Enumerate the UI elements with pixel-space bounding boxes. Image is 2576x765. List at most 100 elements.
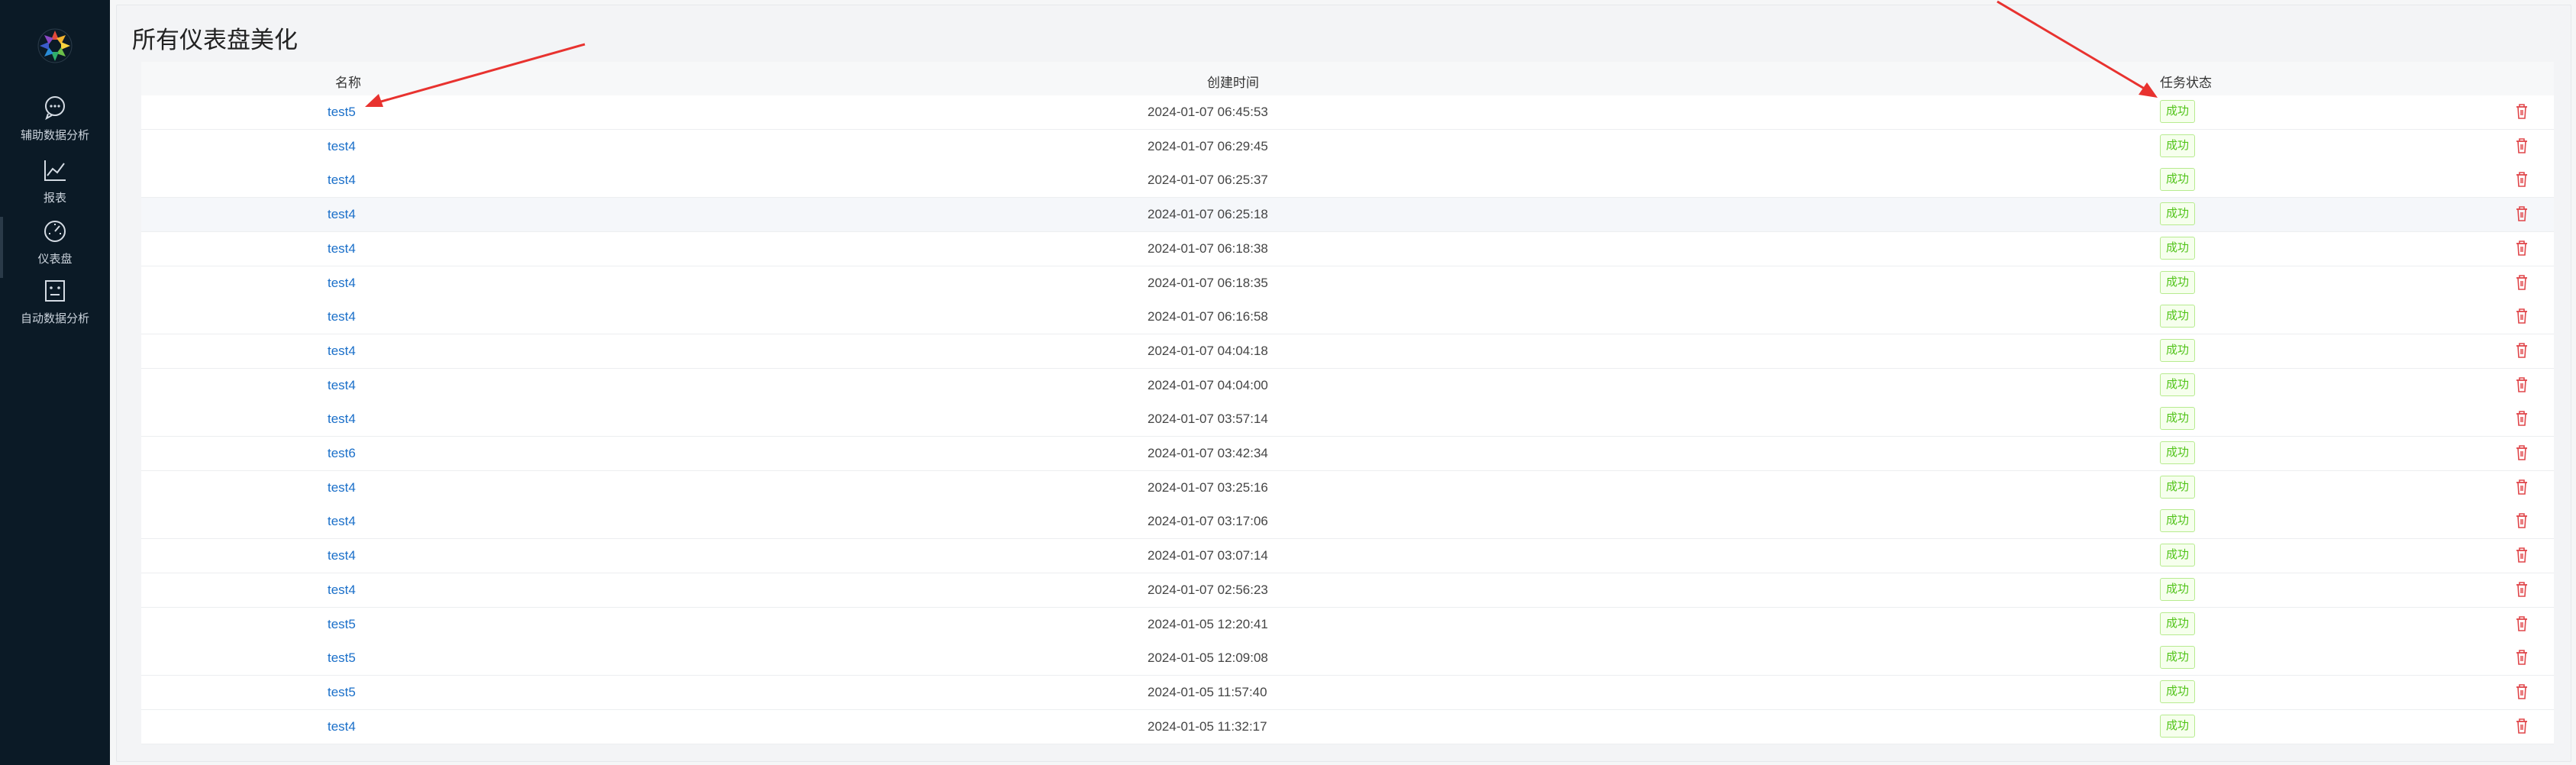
- app-logo-icon[interactable]: [35, 26, 75, 66]
- delete-icon[interactable]: [2514, 479, 2529, 495]
- dashboard-name-link[interactable]: test4: [328, 514, 356, 529]
- table-row: test5 2024-01-05 12:09:08 成功: [141, 641, 2554, 676]
- page-title: 所有仪表盘美化: [132, 27, 298, 53]
- created-time: 2024-01-07 06:18:35: [1148, 275, 1268, 290]
- main-content: 所有仪表盘美化 名称 创建时间 任务状态 test5 2024-01-07 06:…: [110, 0, 2576, 765]
- table-row: test4 2024-01-07 03:25:16 成功: [141, 470, 2554, 505]
- created-time: 2024-01-07 03:57:14: [1148, 412, 1268, 427]
- table-row: test6 2024-01-07 03:42:34 成功: [141, 437, 2554, 471]
- dashboard-name-link[interactable]: test5: [328, 650, 356, 666]
- status-badge: 成功: [2160, 407, 2196, 431]
- delete-icon[interactable]: [2514, 376, 2529, 393]
- status-badge: 成功: [2160, 236, 2196, 260]
- status-badge: 成功: [2160, 475, 2196, 499]
- sidebar-item-2[interactable]: 仪表盘: [0, 217, 110, 278]
- dashboard-name-link[interactable]: test4: [328, 139, 356, 154]
- table-row: test5 2024-01-05 12:20:41 成功: [141, 607, 2554, 642]
- created-time: 2024-01-07 06:16:58: [1148, 309, 1268, 324]
- table-row: test4 2024-01-05 11:32:17 成功: [141, 709, 2554, 744]
- created-time: 2024-01-05 11:32:17: [1148, 718, 1267, 734]
- table-row: test4 2024-01-07 06:18:35 成功: [141, 266, 2554, 301]
- created-time: 2024-01-07 06:45:53: [1148, 105, 1268, 119]
- dashboard-name-link[interactable]: test4: [328, 241, 356, 257]
- created-time: 2024-01-05 12:20:41: [1148, 616, 1268, 631]
- delete-icon[interactable]: [2514, 615, 2529, 632]
- column-header-name: 名称: [335, 76, 361, 90]
- dashboard-name-link[interactable]: test4: [328, 207, 356, 222]
- table-row: test4 2024-01-07 04:04:18 成功: [141, 334, 2554, 369]
- dashboard-name-link[interactable]: test4: [328, 276, 356, 291]
- table-header: 名称 创建时间 任务状态: [141, 62, 2554, 96]
- status-badge: 成功: [2160, 202, 2196, 226]
- sidebar: 辅助数据分析报表 仪表盘自动数据分析: [0, 0, 110, 765]
- dashboard-name-link[interactable]: test5: [328, 685, 356, 700]
- status-badge: 成功: [2160, 714, 2196, 738]
- delete-icon[interactable]: [2514, 342, 2529, 359]
- table-row: test4 2024-01-07 06:25:37 成功: [141, 163, 2554, 199]
- created-time: 2024-01-07 03:42:34: [1148, 446, 1268, 460]
- dashboard-name-link[interactable]: test4: [328, 173, 356, 188]
- table-row: test4 2024-01-07 06:25:18 成功: [141, 198, 2554, 233]
- sidebar-item-label: 辅助数据分析: [20, 129, 89, 142]
- delete-icon[interactable]: [2514, 410, 2529, 427]
- delete-icon[interactable]: [2514, 649, 2529, 666]
- table-row: test4 2024-01-07 03:07:14 成功: [141, 539, 2554, 574]
- table-row: test4 2024-01-07 03:17:06 成功: [141, 505, 2554, 540]
- line-chart-icon: [40, 156, 69, 185]
- dashboard-name-link[interactable]: test4: [328, 412, 356, 427]
- sidebar-item-0[interactable]: 辅助数据分析: [0, 93, 110, 154]
- delete-icon[interactable]: [2514, 512, 2529, 529]
- delete-icon[interactable]: [2514, 581, 2529, 598]
- created-time: 2024-01-07 03:17:06: [1148, 514, 1268, 529]
- created-time: 2024-01-07 06:25:37: [1148, 173, 1268, 188]
- created-time: 2024-01-07 06:29:45: [1148, 138, 1268, 153]
- table-row: test5 2024-01-07 06:45:53 成功: [141, 95, 2554, 130]
- created-time: 2024-01-05 12:09:08: [1148, 650, 1268, 666]
- dashboard-name-link[interactable]: test4: [328, 719, 356, 734]
- created-time: 2024-01-07 03:07:14: [1148, 548, 1268, 563]
- dashboard-name-link[interactable]: test5: [328, 617, 356, 632]
- delete-icon[interactable]: [2514, 718, 2529, 734]
- delete-icon[interactable]: [2514, 103, 2529, 120]
- status-badge: 成功: [2160, 373, 2196, 396]
- sidebar-item-1[interactable]: 报表: [0, 156, 110, 217]
- delete-icon[interactable]: [2514, 137, 2529, 154]
- delete-icon[interactable]: [2514, 308, 2529, 324]
- dashboard-name-link[interactable]: test4: [328, 548, 356, 563]
- status-badge: 成功: [2160, 679, 2196, 703]
- dashboard-name-link[interactable]: test4: [328, 378, 356, 393]
- table-row: test4 2024-01-07 06:29:45 成功: [141, 129, 2554, 164]
- delete-icon[interactable]: [2514, 274, 2529, 291]
- dashboard-name-link[interactable]: test4: [328, 583, 356, 598]
- dashboard-name-link[interactable]: test4: [328, 309, 356, 324]
- created-time: 2024-01-07 03:25:16: [1148, 479, 1268, 495]
- column-header-created: 创建时间: [1207, 76, 1259, 90]
- status-badge: 成功: [2160, 100, 2196, 123]
- dashboard-name-link[interactable]: test4: [328, 480, 356, 495]
- table-row: test4 2024-01-07 06:16:58 成功: [141, 300, 2554, 335]
- column-header-status: 任务状态: [2160, 76, 2212, 90]
- dashboard-gauge-icon: [40, 217, 69, 246]
- status-badge: 成功: [2160, 646, 2196, 670]
- sidebar-item-label: 自动数据分析: [20, 312, 89, 325]
- table-row: test4 2024-01-07 02:56:23 成功: [141, 573, 2554, 608]
- created-time: 2024-01-07 04:04:18: [1148, 343, 1268, 358]
- delete-icon[interactable]: [2514, 205, 2529, 222]
- created-time: 2024-01-07 06:25:18: [1148, 207, 1268, 222]
- dashboard-name-link[interactable]: test4: [328, 344, 356, 359]
- delete-icon[interactable]: [2514, 171, 2529, 188]
- sidebar-item-3[interactable]: 自动数据分析: [0, 276, 110, 337]
- created-time: 2024-01-07 06:18:38: [1148, 240, 1268, 256]
- status-badge: 成功: [2160, 168, 2196, 192]
- delete-icon[interactable]: [2514, 547, 2529, 563]
- delete-icon[interactable]: [2514, 240, 2529, 257]
- delete-icon[interactable]: [2514, 444, 2529, 461]
- delete-icon[interactable]: [2514, 683, 2529, 700]
- dashboard-name-link[interactable]: test6: [328, 446, 356, 461]
- created-time: 2024-01-07 02:56:23: [1148, 582, 1268, 597]
- content-panel: 所有仪表盘美化 名称 创建时间 任务状态 test5 2024-01-07 06:…: [116, 5, 2571, 762]
- status-badge: 成功: [2160, 612, 2196, 635]
- dashboard-name-link[interactable]: test5: [328, 105, 356, 120]
- created-time: 2024-01-07 04:04:00: [1148, 377, 1268, 392]
- robot-icon: [40, 276, 69, 305]
